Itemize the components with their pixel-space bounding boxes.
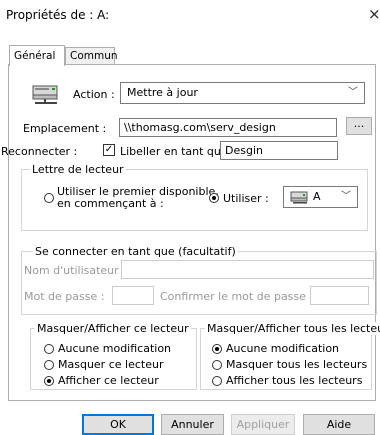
all-option-no-change: Aucune modification [226,342,340,355]
radio-drive-hide[interactable] [44,360,54,370]
all-option-hide: Masquer tous les lecteurs [226,358,368,371]
connect-as-legend: Se connecter en tant que (facultatif) [33,245,238,258]
hide-show-all-legend: Masquer/Afficher tous les lecteurs [205,322,380,335]
apply-button[interactable]: Appliquer [231,414,295,435]
help-button[interactable]: Aide [303,414,375,435]
chevron-down-icon: ﹀ [341,191,351,202]
action-value: Mettre à jour [127,86,198,99]
radio-drive-no-change[interactable] [44,344,54,354]
radio-all-no-change[interactable] [212,344,222,354]
drive-option-hide: Masquer ce lecteur [58,358,164,371]
drive-option-no-change: Aucune modification [58,342,172,355]
cancel-button[interactable]: Annuler [161,414,224,435]
label-as-label: Libeller en tant que : [120,145,235,158]
reconnect-checkbox[interactable]: ✓ [103,144,115,156]
window-title: Propriétés de : A: [6,8,110,22]
close-icon[interactable]: × [368,5,380,23]
drive-icon [290,190,310,211]
password-label: Mot de passe : [24,290,105,303]
location-input[interactable]: \\thomasg.com\serv_design [119,118,337,137]
username-input[interactable] [121,260,374,279]
reconnect-label: Reconnecter : [1,145,78,158]
first-available-label: Utiliser le premier disponible, en comme… [57,185,219,210]
drive-letter-select[interactable]: A ﹀ [283,186,358,208]
label-as-input[interactable]: Desgin [220,141,338,160]
chevron-down-icon: ﹀ [348,87,358,98]
all-option-show: Afficher tous les lecteurs [226,374,363,387]
action-select[interactable]: Mettre à jour ﹀ [120,82,365,104]
tab-common[interactable]: Commun [65,47,118,64]
radio-all-hide[interactable] [212,360,222,370]
use-label: Utiliser : [223,192,269,205]
password-input[interactable] [112,286,154,305]
network-drive-icon [31,84,61,106]
hide-show-drive-legend: Masquer/Afficher ce lecteur [35,322,191,335]
radio-all-show[interactable] [212,376,222,386]
drive-letter-value: A [313,190,321,203]
location-label: Emplacement : [23,122,107,135]
username-label: Nom d'utilisateur : [24,264,126,277]
confirm-password-label: Confirmer le mot de passe [160,290,306,303]
radio-first-available[interactable] [44,193,54,203]
browse-button[interactable]: ... [346,117,372,135]
drive-letter-legend: Lettre de lecteur [30,163,126,176]
drive-option-show: Afficher ce lecteur [58,374,159,387]
radio-use[interactable] [209,193,219,203]
action-label: Action : [73,88,115,101]
tab-general[interactable]: Général [9,45,65,66]
ok-button[interactable]: OK [82,414,154,435]
radio-drive-show[interactable] [44,376,54,386]
confirm-password-input[interactable] [310,286,369,305]
